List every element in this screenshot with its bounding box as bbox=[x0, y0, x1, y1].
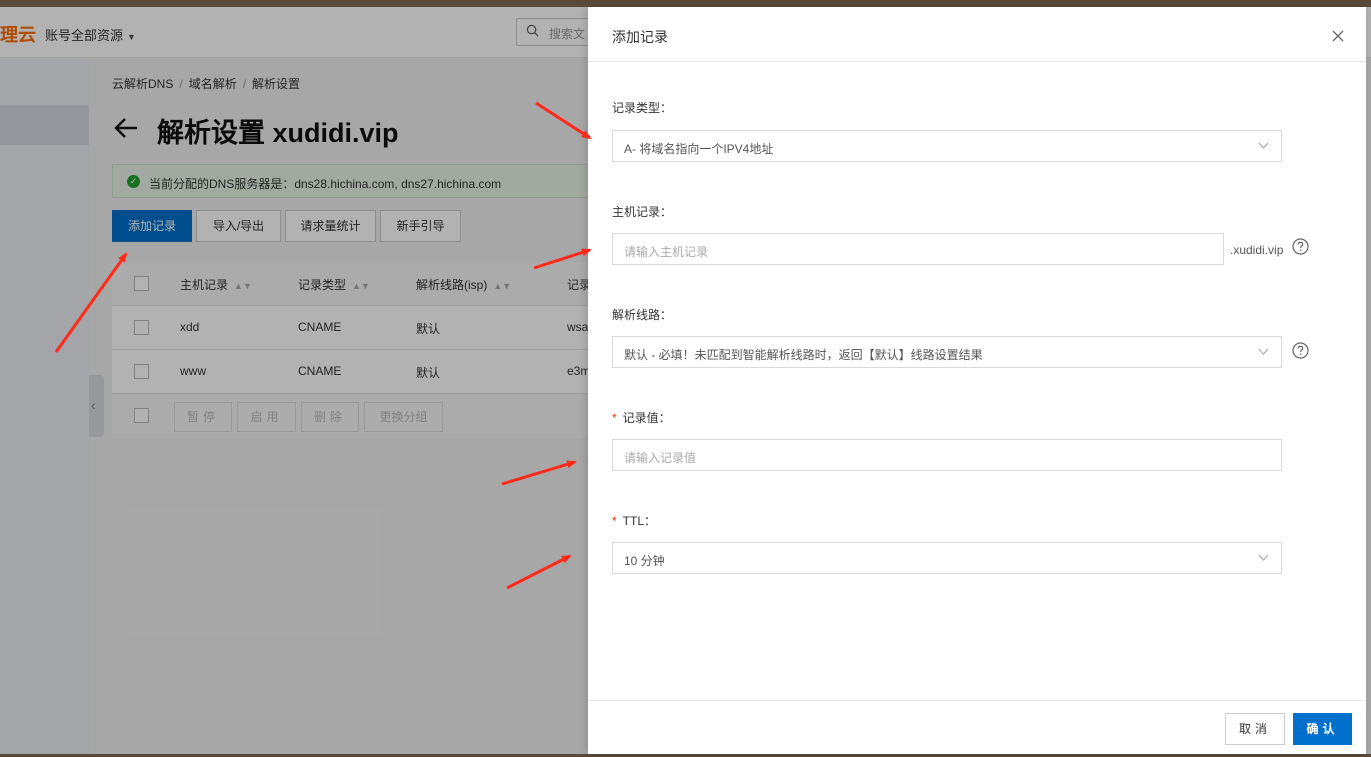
ttl-label: * TTL： bbox=[612, 514, 657, 528]
host-record-label: 主机记录： bbox=[612, 205, 673, 219]
required-mark: * bbox=[612, 411, 617, 425]
record-type-value: A- 将域名指向一个IPV4地址 bbox=[624, 142, 774, 156]
add-record-drawer: 添加记录 记录类型： A- 将域名指向一个IPV4地址 主机记录： 请输入主机记… bbox=[588, 7, 1366, 754]
cancel-button[interactable]: 取消 bbox=[1225, 713, 1285, 745]
confirm-button[interactable]: 确认 bbox=[1293, 713, 1352, 745]
line-label: 解析线路： bbox=[612, 308, 673, 322]
drawer-footer: 取消 确认 bbox=[588, 700, 1366, 754]
host-record-input[interactable]: 请输入主机记录 bbox=[612, 233, 1224, 265]
help-icon[interactable] bbox=[1292, 342, 1309, 359]
record-value-input[interactable]: 请输入记录值 bbox=[612, 439, 1282, 471]
line-value: 默认 - 必填！未匹配到智能解析线路时，返回【默认】线路设置结果 bbox=[624, 348, 983, 362]
line-select[interactable]: 默认 - 必填！未匹配到智能解析线路时，返回【默认】线路设置结果 bbox=[612, 336, 1282, 368]
domain-suffix: .xudidi.vip bbox=[1230, 243, 1284, 257]
record-type-select[interactable]: A- 将域名指向一个IPV4地址 bbox=[612, 130, 1282, 162]
record-value-placeholder: 请输入记录值 bbox=[624, 451, 697, 465]
ttl-value: 10 分钟 bbox=[624, 554, 665, 568]
chevron-down-icon bbox=[1258, 348, 1269, 355]
required-mark: * bbox=[612, 514, 617, 528]
close-icon[interactable] bbox=[1331, 29, 1345, 43]
ttl-select[interactable]: 10 分钟 bbox=[612, 542, 1282, 574]
record-type-label: 记录类型： bbox=[612, 101, 673, 115]
host-record-placeholder: 请输入主机记录 bbox=[624, 245, 709, 259]
chevron-down-icon bbox=[1258, 142, 1269, 149]
record-value-label: * 记录值： bbox=[612, 411, 671, 425]
help-icon[interactable] bbox=[1292, 238, 1309, 255]
chevron-down-icon bbox=[1258, 554, 1269, 561]
drawer-title: 添加记录 bbox=[612, 29, 668, 45]
drawer-header: 添加记录 bbox=[588, 7, 1366, 62]
